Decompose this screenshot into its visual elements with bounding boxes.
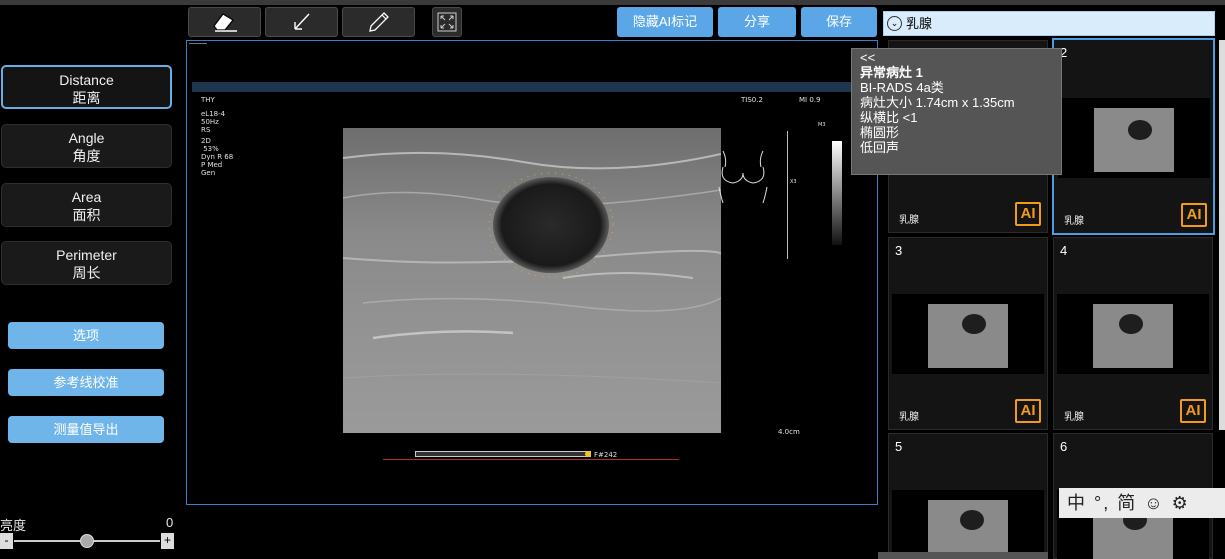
area-label-en: Area [71,189,102,205]
ultrasound-viewer[interactable]: THY eL18-4 50Hz RS 2D 53% Dyn R 68 P Med… [186,40,878,505]
gray-scale-bar [832,141,842,245]
mode-params: 2D 53% Dyn R 68 P Med Gen [201,137,234,177]
distance-button[interactable]: Distance 距离 [1,65,172,109]
thumbnail-number: 3 [895,243,903,258]
hide-ai-marks-button[interactable]: 隐藏AI标记 [617,7,713,37]
chevron-down-icon[interactable]: ⌄ [887,16,902,31]
save-button[interactable]: 保存 [801,7,877,37]
probe-label: THY [201,96,215,104]
perimeter-button[interactable]: Perimeter 周长 [1,241,172,285]
thumbnail-image [1058,98,1210,178]
breast-pictogram-icon [718,150,768,204]
top-strip [0,0,1225,5]
eraser-icon [212,13,237,32]
lesion-info-tooltip: << 异常病灶 1 BI-RADS 4a类 病灶大小 1.74cm x 1.35… [851,48,1062,175]
brightness-slider-thumb[interactable] [80,534,94,548]
thumbnail-number: 4 [1060,243,1068,258]
perimeter-label-zh: 周长 [72,265,101,281]
birads-value: BI-RADS 4a类 [860,80,944,95]
thumbnail-image [892,294,1044,374]
frame-label: F#242 [594,451,618,459]
brightness-value: 0 [166,515,174,530]
lesion-size: 病灶大小 1.74cm x 1.35cm [860,95,1015,110]
pen-tool-button[interactable] [342,7,415,37]
ai-badge: AI [1180,399,1206,423]
x3-label: X3 [790,179,797,185]
depth-label: 4.0cm [778,428,800,436]
scan-header-bar [192,82,872,92]
depth-scale [787,131,788,259]
angle-button[interactable]: Angle 角度 [1,124,172,168]
thumbnail-scrollbar[interactable] [1219,40,1225,430]
share-button[interactable]: 分享 [718,7,796,37]
brightness-label: 亮度 [0,518,27,533]
area-label-zh: 面积 [72,207,101,223]
thumbnail-label: 乳腺 [1064,216,1084,227]
cine-timeline[interactable] [383,459,679,460]
pen-icon [368,12,389,32]
thumbnail-4[interactable]: 4 乳腺 AI [1053,237,1213,430]
brightness-increase-button[interactable]: + [161,533,174,549]
ai-badge: AI [1015,399,1041,423]
lesion-echo: 低回声 [860,140,900,155]
tis-label: TIS0.2 [741,96,763,104]
mi-label: MI 0.9 [799,96,821,104]
aspect-ratio: 纵横比 <1 [860,110,918,125]
lesion-title: 异常病灶 1 [860,65,923,80]
calibrate-button[interactable]: 参考线校准 [8,369,164,396]
perimeter-label-en: Perimeter [56,247,117,263]
arrow-tool-button[interactable] [265,7,338,37]
ultrasound-image [343,128,721,433]
thumbnail-label: 乳腺 [899,412,919,423]
m3-label: M3 [818,122,826,128]
eraser-tool-button[interactable] [188,7,261,37]
export-button[interactable]: 测量值导出 [8,416,164,443]
thumbnail-image [1057,294,1209,374]
options-button[interactable]: 选项 [8,322,164,349]
viewer-corner-mark [189,43,207,44]
thumbnail-image [892,490,1044,559]
distance-label-zh: 距离 [72,90,101,106]
bottom-scrollbar[interactable] [878,552,1048,559]
scan-params: eL18-4 50Hz RS [201,110,226,134]
angle-label-zh: 角度 [72,148,101,164]
lesion-shape: 椭圆形 [860,125,900,140]
thumbnail-number: 5 [895,439,903,454]
thumbnail-label: 乳腺 [1064,412,1084,423]
brightness-decrease-button[interactable]: - [0,533,13,549]
distance-label-en: Distance [59,72,114,88]
category-label: 乳腺 [906,16,933,31]
fit-icon [437,12,457,32]
collapse-tooltip-button[interactable]: << [860,50,1053,65]
thumbnail-number: 6 [1060,439,1068,454]
arrow-icon [293,13,310,30]
cine-playhead[interactable] [585,451,591,457]
category-header[interactable]: ⌄ 乳腺 [883,11,1215,36]
thumbnail-2[interactable]: 2 乳腺 AI [1052,38,1215,235]
thumbnail-label: 乳腺 [899,215,919,226]
fit-tool-button[interactable] [432,7,462,37]
ai-badge: AI [1181,203,1207,227]
thumbnail-3[interactable]: 3 乳腺 AI [888,237,1048,430]
area-button[interactable]: Area 面积 [1,183,172,227]
thumbnail-5[interactable]: 5 [888,433,1048,559]
ai-badge: AI [1015,202,1041,226]
cine-slider[interactable] [415,451,591,457]
ime-toolbar[interactable]: 中 °, 简 ☺ ⚙ [1059,488,1225,518]
angle-label-en: Angle [68,130,105,146]
